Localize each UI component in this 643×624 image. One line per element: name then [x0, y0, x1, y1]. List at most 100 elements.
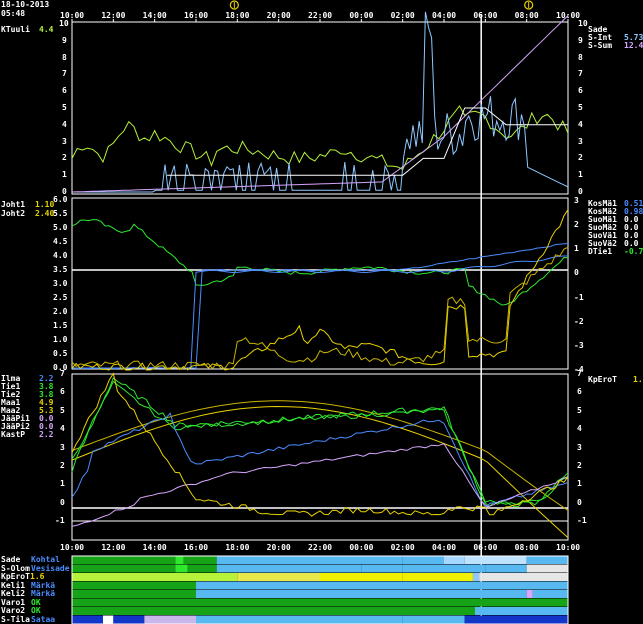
p2-tick-left: 1.0 — [53, 335, 68, 344]
p2-tick-left: 5.0 — [53, 223, 68, 232]
p2-tick-right: 3 — [574, 196, 579, 205]
time-tick-bottom: 04:00 — [432, 543, 457, 552]
p1-tick-left: 3 — [62, 136, 67, 146]
legend-value: 12.4 — [624, 41, 643, 50]
p1-tick-left: 4 — [62, 119, 67, 129]
status-bar-varo2 — [72, 607, 568, 615]
time-tick-bottom: 06:00 — [473, 543, 498, 552]
time-tick-bottom: 02:00 — [390, 543, 415, 552]
time-tick-top: 10:00 — [556, 11, 581, 20]
series-ktuuli — [71, 105, 569, 171]
p2-tick-right: -2 — [574, 316, 584, 326]
p3-tick-right: 5 — [577, 405, 582, 415]
legend-value: 1.6 — [633, 375, 643, 384]
time-tick-top: 04:00 — [432, 11, 457, 20]
p3-tick-right: 0 — [577, 497, 582, 507]
p3-tick-left: -1 — [55, 516, 65, 525]
series-tie1 — [71, 377, 569, 508]
p2-tick-left: 5.5 — [53, 209, 68, 218]
status-bar-kperot — [72, 573, 568, 581]
p1-tick-left: 9 — [62, 35, 67, 45]
p3-tick-left: 5 — [60, 405, 65, 415]
status-bar-s-olom — [72, 564, 568, 573]
legend-name: KTuuli — [1, 25, 30, 34]
weather-station-chart — [71, 0, 569, 624]
p2-tick-left: 2.0 — [53, 307, 68, 316]
time-tick-bottom: 08:00 — [514, 543, 539, 552]
p2-tick-left: 1.5 — [53, 321, 68, 330]
time-tick-bottom: 00:00 — [349, 543, 374, 552]
p3-tick-left: 7 — [60, 369, 65, 378]
series-kosma2 — [71, 243, 569, 370]
status-bar-sade — [72, 556, 568, 564]
p1-tick-left: 2 — [62, 153, 67, 163]
series-s-sum — [71, 15, 569, 193]
p3-tick-left: 0 — [60, 497, 65, 507]
p3-tick-right: 3 — [577, 442, 582, 452]
p2-tick-left: 3.5 — [53, 265, 68, 274]
series-joht2 — [71, 246, 569, 370]
legend-value: -0.7 — [624, 247, 643, 256]
p2-tick-right: 1 — [574, 244, 579, 254]
p1-tick-left: 5 — [62, 103, 67, 112]
time-tick-bottom: 18:00 — [225, 543, 250, 552]
legend-name: DTie1 — [588, 247, 613, 256]
legend-name: KastP — [1, 430, 26, 439]
legend-name: Joht1 — [1, 200, 26, 209]
series-maa1 — [71, 405, 569, 538]
p3-tick-left: 4 — [60, 424, 65, 434]
p3-tick-right: 4 — [577, 424, 582, 434]
legend-name: Joht2 — [1, 209, 26, 218]
status-row-name: S-Tila — [1, 614, 30, 624]
p3-tick-right: -1 — [577, 516, 587, 525]
p1-tick-left: 8 — [62, 52, 67, 62]
time-tick-top: 20:00 — [266, 11, 291, 20]
p1-tick-right: 1 — [578, 170, 583, 180]
status-bar-varo1 — [72, 598, 568, 607]
p1-tick-right: 7 — [578, 69, 583, 79]
p1-tick-right: 5 — [578, 103, 583, 112]
legend-value: 1.10 — [35, 200, 55, 209]
p1-tick-right: 4 — [578, 119, 583, 129]
p3-tick-right: 1 — [577, 479, 582, 489]
p2-tick-right: 0 — [574, 268, 579, 278]
p1-tick-right: 2 — [578, 153, 583, 163]
legend-name: KpEroT — [588, 375, 617, 384]
time-tick-top: 02:00 — [390, 11, 415, 20]
time-tick-bottom: 20:00 — [266, 543, 291, 552]
p1-tick-right: 10 — [578, 19, 588, 28]
p1-tick-right: 3 — [578, 136, 583, 146]
p3-tick-left: 2 — [60, 460, 65, 470]
status-bar-keli2 — [72, 590, 568, 598]
p3-tick-right: 6 — [577, 387, 582, 397]
status-row-value: OK — [31, 606, 41, 615]
status-row-value: 1.6 — [30, 572, 45, 581]
status-bar-s-tila — [72, 615, 568, 624]
time-tick-bottom: 10:00 — [556, 543, 581, 552]
status-row-value: Kohtal — [31, 555, 60, 564]
series-sade — [167, 107, 568, 176]
legend-name: S-Sum — [588, 41, 613, 50]
time-tick-bottom: 22:00 — [308, 543, 333, 552]
p2-tick-right: 2 — [574, 220, 579, 230]
series-kperot — [71, 372, 569, 517]
status-row-name: KpEroT — [1, 572, 30, 581]
p3-tick-left: 6 — [60, 387, 65, 397]
p2-tick-left: 2.5 — [53, 293, 68, 302]
p3-tick-right: 2 — [577, 460, 582, 470]
p1-tick-left: 10 — [59, 19, 69, 28]
p1-tick-right: 6 — [578, 86, 583, 96]
time-tick-bottom: 16:00 — [184, 543, 209, 552]
time-tick-bottom: 12:00 — [101, 543, 126, 552]
series-joht1 — [71, 209, 569, 371]
time-tick-top: 22:00 — [308, 11, 333, 20]
time-tick-top: 08:00 — [514, 11, 539, 20]
legend-value: 4.4 — [39, 25, 54, 34]
p1-tick-left: 1 — [62, 170, 67, 180]
series-ilma — [71, 412, 569, 508]
p2-tick-left: 0.5 — [53, 349, 68, 358]
sun-sunrise-icon — [524, 0, 534, 10]
status-row-name: Keli2 — [1, 589, 26, 598]
p2-tick-left: 6.0 — [53, 195, 68, 204]
p3-tick-left: 1 — [60, 479, 65, 489]
